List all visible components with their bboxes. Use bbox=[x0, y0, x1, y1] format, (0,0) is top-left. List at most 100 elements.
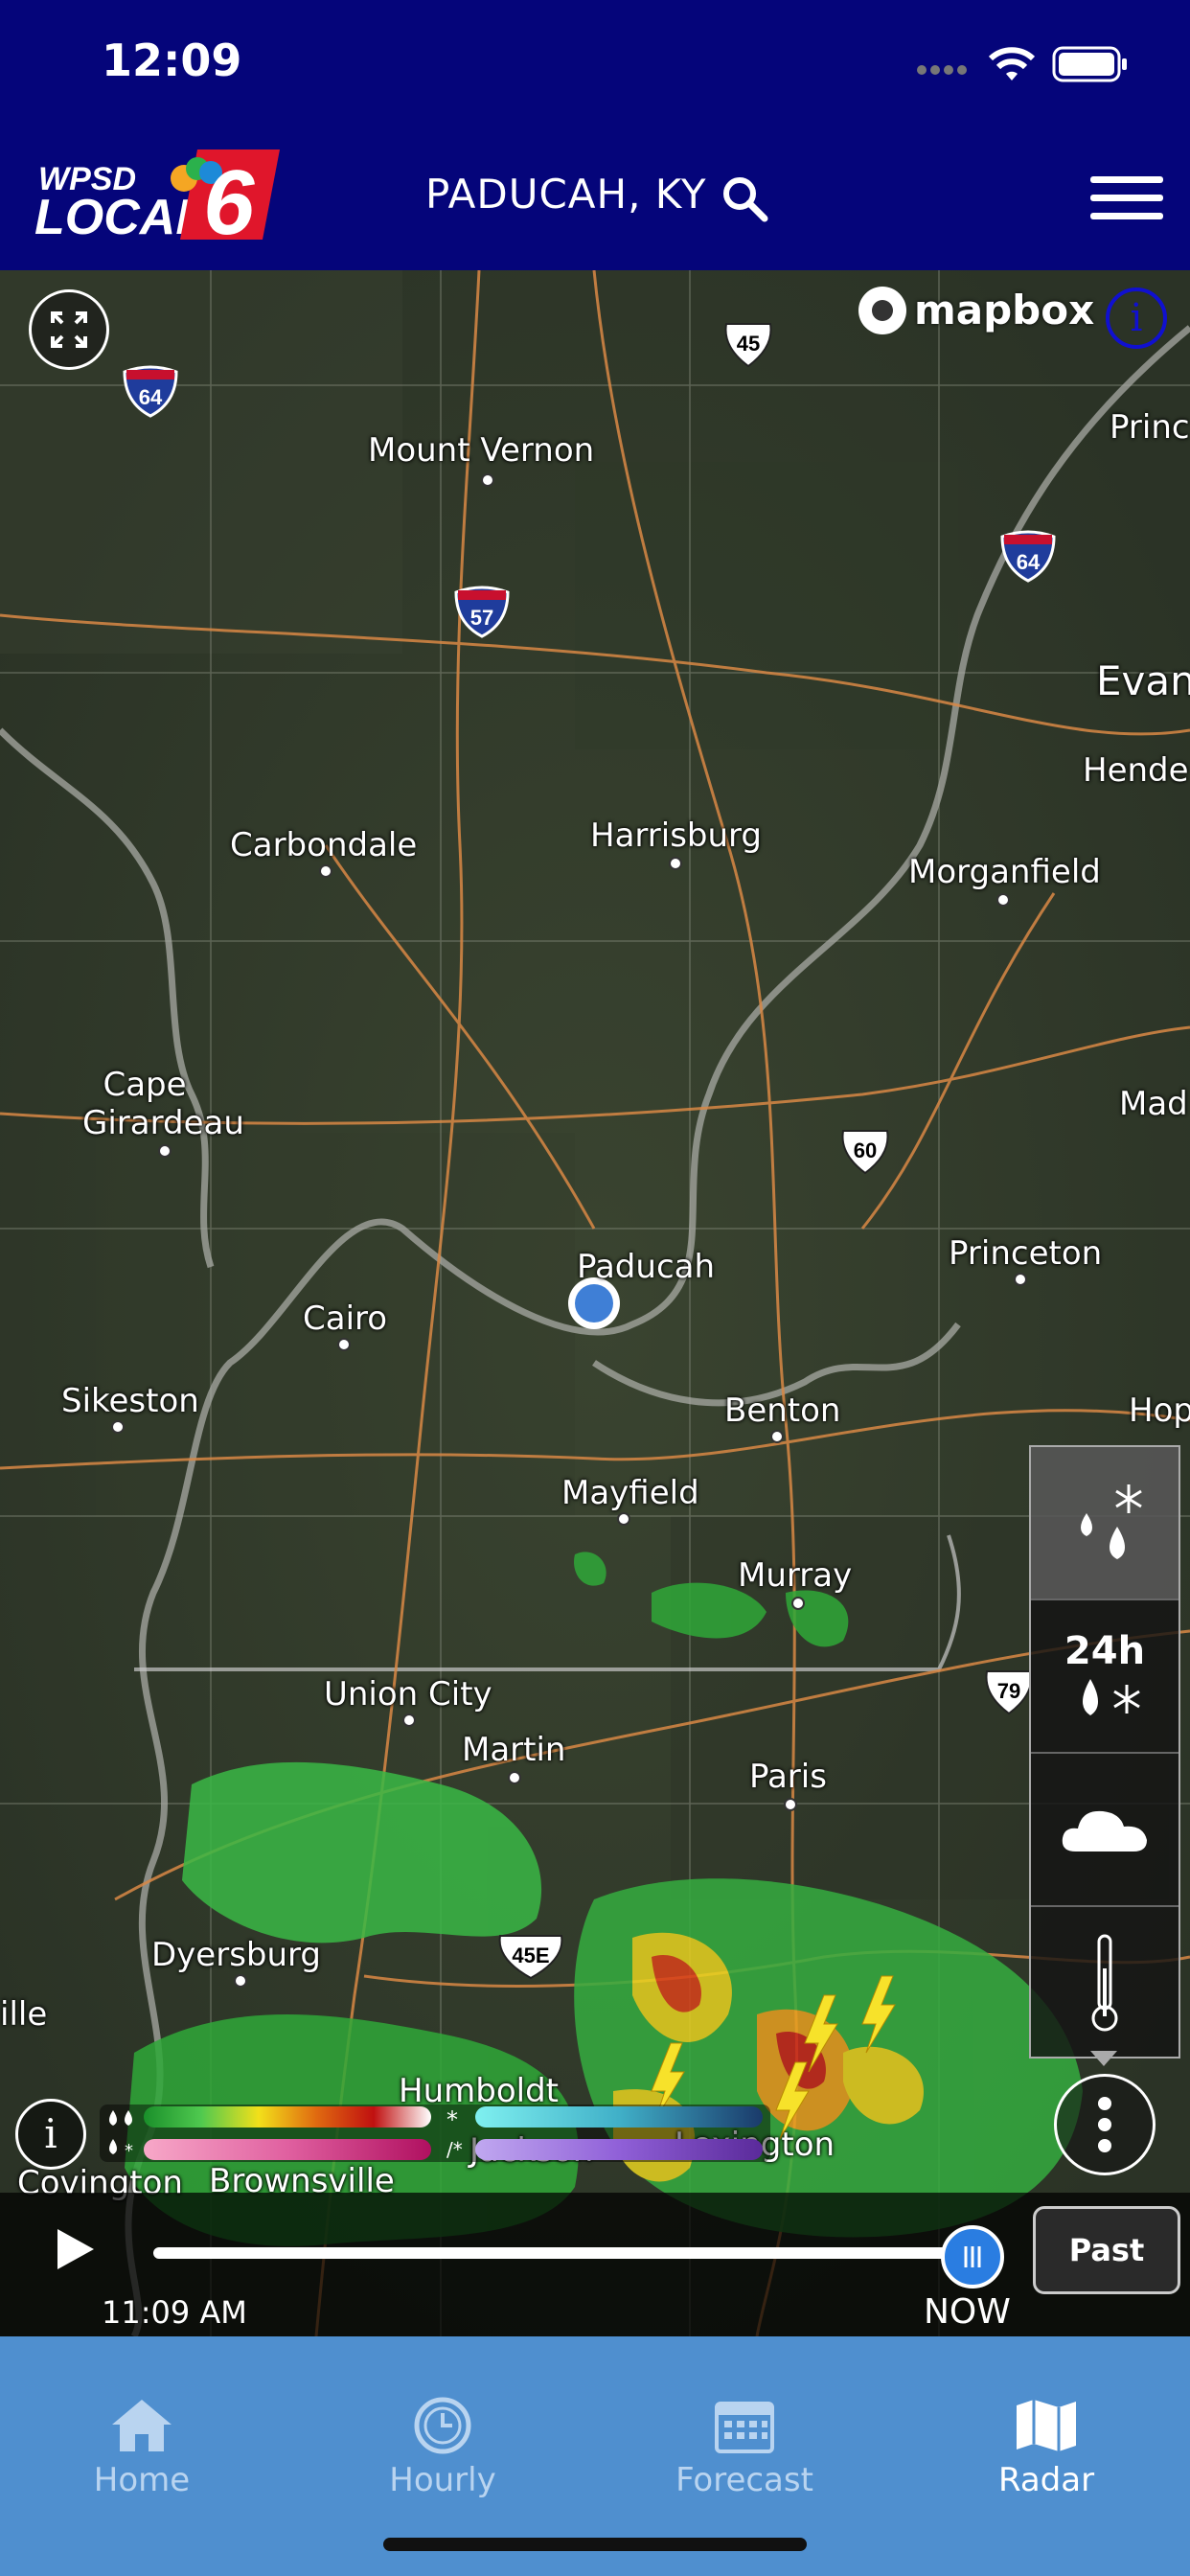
rain-scale-bar bbox=[144, 2106, 431, 2128]
layer-radar[interactable] bbox=[1031, 1447, 1179, 1600]
layer-temperature[interactable] bbox=[1031, 1907, 1179, 2058]
city-label: Paducah bbox=[577, 1248, 716, 1286]
tab-hourly-label: Hourly bbox=[389, 2461, 496, 2499]
search-icon[interactable] bbox=[721, 174, 768, 222]
interstate-shield: 64 bbox=[123, 365, 178, 418]
svg-text:60: 60 bbox=[854, 1138, 877, 1162]
layer-24h-precip[interactable]: 24h bbox=[1031, 1600, 1179, 1754]
timeline-start-time: 11:09 AM bbox=[102, 2294, 247, 2331]
clock-icon bbox=[414, 2397, 471, 2454]
city-dot bbox=[234, 1974, 247, 1988]
svg-text:79: 79 bbox=[997, 1679, 1020, 1703]
fullscreen-button[interactable] bbox=[29, 289, 109, 370]
city-dot bbox=[784, 1798, 797, 1811]
timeline-slider-handle[interactable] bbox=[941, 2225, 1004, 2288]
timeline-now-label: NOW bbox=[924, 2292, 1011, 2332]
hamburger-menu-icon[interactable] bbox=[1090, 176, 1163, 220]
rain-legend-icon: * bbox=[109, 2110, 133, 2161]
city-label: Carbondale bbox=[230, 826, 418, 864]
mapbox-logo-icon bbox=[858, 286, 906, 334]
us-route-shield: 60 bbox=[841, 1130, 889, 1175]
svg-text:57: 57 bbox=[470, 606, 493, 630]
city-label: Princeton bbox=[949, 1234, 1103, 1273]
layer-selector: 24h bbox=[1029, 1445, 1180, 2058]
tab-radar-label: Radar bbox=[997, 2461, 1095, 2499]
map-icon bbox=[1017, 2400, 1076, 2451]
ice-scale-bar bbox=[475, 2139, 763, 2160]
city-dot bbox=[402, 1714, 416, 1727]
radar-map[interactable]: Mount Vernon Carbondale Harrisburg Morga… bbox=[0, 270, 1190, 2336]
home-indicator bbox=[383, 2538, 807, 2551]
city-label: Cape Girardeau bbox=[82, 1066, 244, 1142]
timeline-track[interactable] bbox=[153, 2247, 979, 2259]
city-dot bbox=[1014, 1273, 1027, 1286]
location-title[interactable]: PADUCAH, KY bbox=[425, 171, 707, 218]
snow-scale-bar bbox=[475, 2106, 763, 2128]
logo-text-bottom: LOCAL bbox=[34, 190, 206, 245]
city-dot bbox=[669, 857, 682, 870]
legend-info-icon[interactable]: i bbox=[15, 2099, 86, 2170]
city-dot bbox=[617, 1512, 630, 1526]
city-label: Murray bbox=[738, 1556, 853, 1595]
tab-home-label: Home bbox=[93, 2461, 191, 2499]
thermometer-icon bbox=[1091, 1934, 1118, 2032]
map-info-icon[interactable]: i bbox=[1106, 288, 1167, 349]
city-label: Dyersburg bbox=[151, 1936, 322, 1974]
city-label: Mount Vernon bbox=[368, 431, 595, 470]
mapbox-label: mapbox bbox=[914, 287, 1095, 334]
mix-scale-bar bbox=[144, 2139, 431, 2160]
city-dot bbox=[791, 1597, 805, 1610]
edge-city-label: Hende bbox=[1083, 751, 1189, 790]
svg-text:45: 45 bbox=[737, 332, 760, 356]
svg-text:*: * bbox=[446, 2106, 458, 2133]
svg-text:64: 64 bbox=[1017, 550, 1041, 574]
more-options-button[interactable] bbox=[1054, 2074, 1156, 2175]
city-dot bbox=[996, 893, 1010, 907]
status-bar: 12:09 bbox=[0, 0, 1190, 134]
svg-text:/*: /* bbox=[446, 2138, 463, 2161]
city-label: Mayfield bbox=[561, 1474, 699, 1512]
city-label: Benton bbox=[724, 1392, 841, 1430]
city-label: Sikeston bbox=[61, 1382, 199, 1420]
tab-forecast-label: Forecast bbox=[675, 2461, 813, 2499]
grip-icon bbox=[964, 2246, 981, 2267]
edge-city-label: Mad bbox=[1119, 1085, 1188, 1123]
svg-text:*: * bbox=[125, 2141, 133, 2161]
status-time: 12:09 bbox=[102, 34, 242, 86]
city-label: Morganfield bbox=[908, 853, 1101, 891]
past-toggle-button[interactable]: Past bbox=[1033, 2206, 1180, 2294]
rain-snow-icon bbox=[1083, 1679, 1140, 1715]
home-icon bbox=[112, 2400, 172, 2451]
edge-city-label: Evans bbox=[1096, 657, 1190, 704]
mapbox-attribution[interactable]: mapbox bbox=[858, 284, 1094, 334]
logo-number: 6 bbox=[203, 151, 255, 249]
city-dot bbox=[508, 1771, 521, 1784]
signal-icon bbox=[917, 65, 967, 75]
play-icon[interactable] bbox=[50, 2225, 98, 2273]
tab-radar[interactable]: Radar bbox=[950, 2396, 1142, 2499]
more-vertical-icon bbox=[1098, 2097, 1111, 2152]
tab-forecast[interactable]: Forecast bbox=[649, 2396, 840, 2499]
city-dot bbox=[481, 473, 494, 487]
city-label: Cairo bbox=[303, 1300, 388, 1338]
station-logo[interactable]: WPSD LOCAL 6 bbox=[33, 144, 282, 254]
city-dot bbox=[337, 1338, 351, 1351]
layer-24h-label: 24h bbox=[1064, 1629, 1146, 1673]
wifi-icon bbox=[988, 47, 1036, 80]
tab-hourly[interactable]: Hourly bbox=[347, 2396, 538, 2499]
city-label: Union City bbox=[324, 1675, 492, 1714]
svg-text:45E: 45E bbox=[512, 1944, 549, 1967]
city-label: Martin bbox=[462, 1731, 566, 1769]
expand-icon bbox=[51, 311, 87, 348]
battery-icon bbox=[1052, 46, 1127, 82]
city-dot bbox=[111, 1420, 125, 1434]
city-dot bbox=[158, 1144, 172, 1158]
layer-clouds[interactable] bbox=[1031, 1754, 1179, 1907]
us-route-shield: 45E bbox=[498, 1935, 563, 1980]
interstate-shield: 64 bbox=[1000, 530, 1056, 583]
cloud-icon bbox=[1062, 1810, 1147, 1852]
tab-home[interactable]: Home bbox=[46, 2396, 238, 2499]
city-dot bbox=[770, 1430, 784, 1443]
precip-icon bbox=[1081, 1484, 1142, 1559]
edge-city-label: Princ bbox=[1110, 408, 1190, 447]
